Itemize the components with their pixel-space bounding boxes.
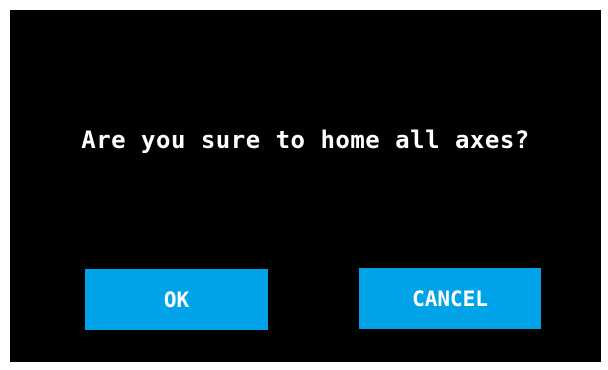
ok-button[interactable]: OK [85, 269, 268, 330]
cancel-button[interactable]: CANCEL [359, 268, 541, 329]
confirm-home-dialog: Are you sure to home all axes? OK CANCEL [10, 10, 601, 362]
confirm-question-text: Are you sure to home all axes? [81, 126, 530, 154]
